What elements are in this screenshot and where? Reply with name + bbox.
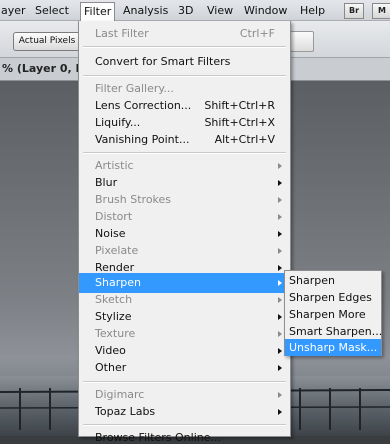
submenu-arrow-icon — [278, 365, 282, 371]
menu-separator — [83, 381, 286, 383]
submenu-arrow-icon — [278, 163, 282, 169]
menu-separator — [83, 424, 286, 426]
submenu-arrow-icon — [278, 180, 282, 186]
menu-item-vanishing-point[interactable]: Vanishing Point... Alt+Ctrl+V — [79, 130, 290, 150]
menu-help[interactable]: Help — [300, 3, 325, 18]
submenu-arrow-icon — [278, 197, 282, 203]
menu-item-convert-smart-filters[interactable]: Convert for Smart Filters — [79, 52, 290, 72]
actual-pixels-button[interactable]: Actual Pixels — [13, 32, 81, 51]
menu-window[interactable]: Window — [244, 3, 287, 18]
submenu-arrow-icon — [278, 331, 282, 337]
submenu-arrow-icon — [278, 297, 282, 303]
submenu-arrow-icon — [278, 248, 282, 254]
menu-item-other[interactable]: Other — [79, 358, 290, 378]
menu-bar: ayer Select Filter Analysis 3D View Wind… — [0, 0, 390, 21]
menu-separator — [83, 152, 286, 154]
menu-filter[interactable]: Filter — [80, 2, 116, 21]
filter-menu: Last Filter Ctrl+F Convert for Smart Fil… — [78, 21, 291, 444]
submenu-arrow-icon — [278, 214, 282, 220]
options-box[interactable] — [290, 31, 314, 52]
submenu-arrow-icon — [278, 314, 282, 320]
submenu-item-sharpen-edges[interactable]: Sharpen Edges — [285, 289, 381, 306]
menu-item-browse-filters-online[interactable]: Browse Filters Online... — [79, 428, 290, 444]
submenu-item-sharpen[interactable]: Sharpen — [285, 272, 381, 289]
submenu-item-smart-sharpen[interactable]: Smart Sharpen... — [285, 323, 382, 340]
submenu-item-sharpen-more[interactable]: Sharpen More — [285, 306, 381, 323]
menu-item-last-filter[interactable]: Last Filter Ctrl+F — [79, 24, 290, 44]
menu-separator — [83, 75, 286, 77]
menu-separator — [83, 46, 286, 48]
bridge-button[interactable]: Br — [344, 3, 364, 19]
submenu-arrow-icon — [278, 348, 282, 354]
menu-analysis[interactable]: Analysis — [123, 3, 168, 18]
menu-3d[interactable]: 3D — [178, 3, 193, 18]
sharpen-submenu: Sharpen Sharpen Edges Sharpen More Smart… — [284, 270, 382, 356]
menu-select[interactable]: Select — [35, 3, 69, 18]
submenu-arrow-icon — [278, 265, 282, 271]
menu-layer[interactable]: ayer — [1, 3, 26, 18]
submenu-item-unsharp-mask[interactable]: Unsharp Mask... — [285, 339, 381, 356]
submenu-arrow-icon — [278, 409, 282, 415]
menu-item-topaz-labs[interactable]: Topaz Labs — [79, 402, 290, 422]
submenu-arrow-icon — [278, 280, 282, 286]
submenu-arrow-icon — [278, 392, 282, 398]
menu-view[interactable]: View — [207, 3, 233, 18]
submenu-arrow-icon — [278, 231, 282, 237]
mini-bridge-button[interactable]: M — [372, 3, 390, 19]
